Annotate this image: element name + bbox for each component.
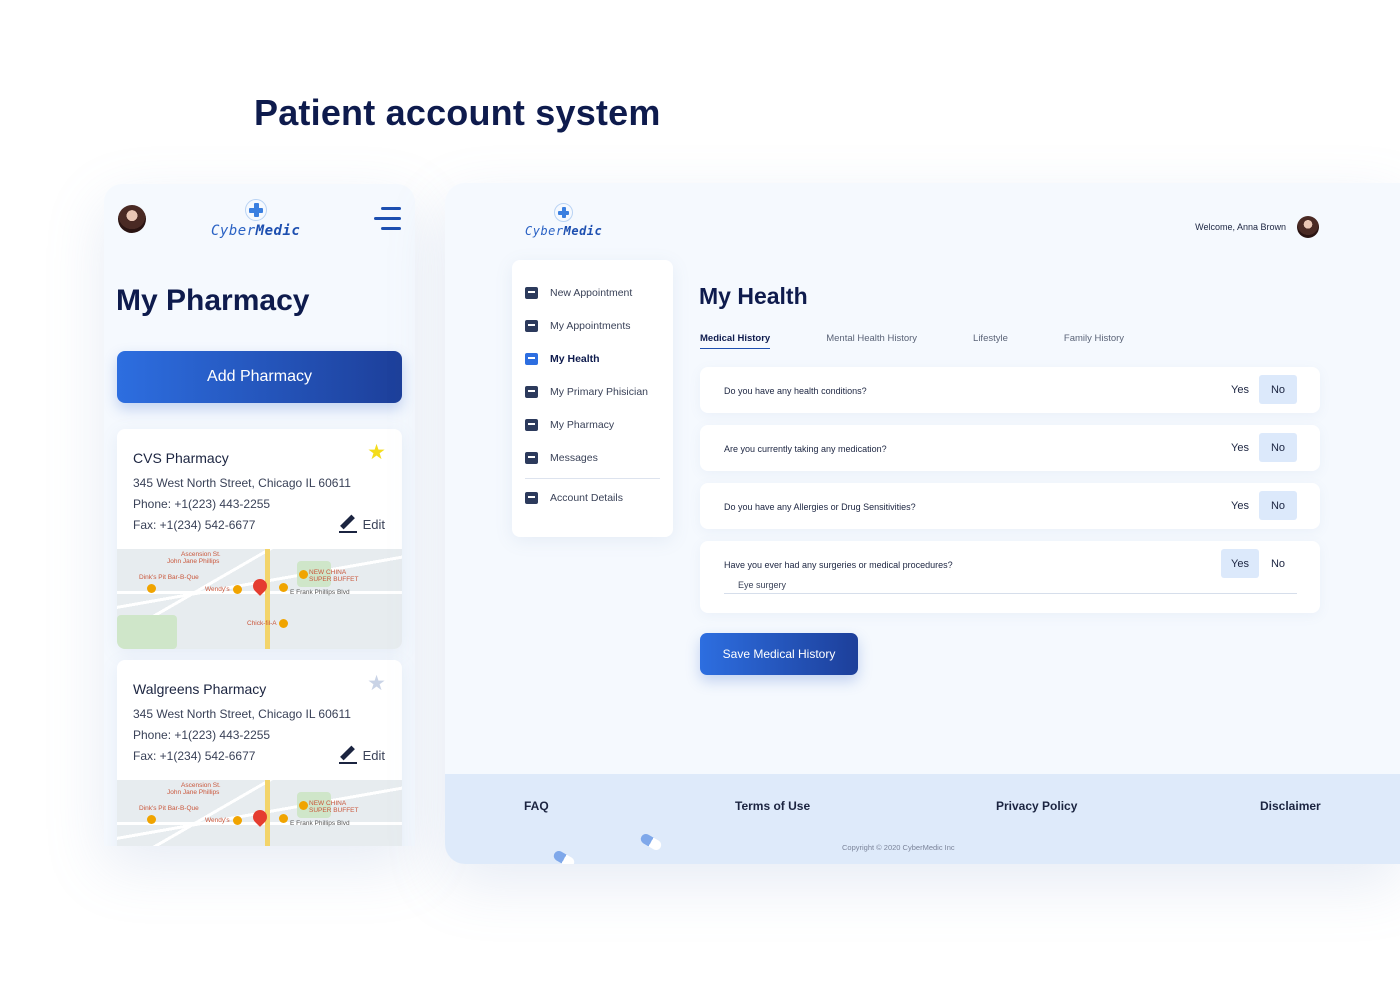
mobile-pharmacy-screen: CyberMedic My Pharmacy Add Pharmacy CVS … <box>104 184 415 846</box>
message-icon <box>525 452 538 464</box>
yes-no-toggle: Yes No <box>1221 433 1297 462</box>
footer-link-terms[interactable]: Terms of Use <box>735 799 810 813</box>
footer: FAQ Terms of Use Privacy Policy Disclaim… <box>445 774 1400 864</box>
yes-no-toggle: Yes No <box>1221 375 1297 404</box>
medical-cross-icon <box>244 199 267 221</box>
tab-mental-health-history[interactable]: Mental Health History <box>826 333 917 349</box>
pharmacy-card: Walgreens Pharmacy ★ 345 West North Stre… <box>117 660 402 846</box>
avatar[interactable] <box>1297 216 1319 238</box>
no-option[interactable]: No <box>1259 433 1297 462</box>
medical-cross-icon <box>554 203 574 222</box>
no-option[interactable]: No <box>1259 549 1297 578</box>
pharmacy-fax: Fax: +1(234) 542-6677 <box>133 749 256 763</box>
pencil-icon <box>338 515 357 533</box>
health-tabs: Medical History Mental Health History Li… <box>700 333 1180 349</box>
question-card: Are you currently taking any medication?… <box>700 425 1320 471</box>
welcome-text: Welcome, Anna Brown <box>1195 222 1286 232</box>
pharmacy-name: Walgreens Pharmacy <box>133 681 267 697</box>
sidebar-item-my-appointments[interactable]: My Appointments <box>525 320 631 332</box>
pharmacy-phone: Phone: +1(223) 443-2255 <box>133 728 271 742</box>
pill-icon <box>551 849 577 864</box>
doctor-icon <box>525 386 538 398</box>
account-icon <box>525 492 538 504</box>
save-medical-history-button[interactable]: Save Medical History <box>700 633 858 675</box>
edit-button[interactable]: Edit <box>338 515 385 533</box>
cybermedic-logo[interactable]: CyberMedic <box>525 203 602 238</box>
favorite-star-icon[interactable]: ★ <box>367 671 386 696</box>
tab-lifestyle[interactable]: Lifestyle <box>973 333 1008 349</box>
yes-no-toggle: Yes No <box>1221 549 1297 578</box>
question-card: Do you have any Allergies or Drug Sensit… <box>700 483 1320 529</box>
yes-option[interactable]: Yes <box>1221 491 1259 520</box>
avatar[interactable] <box>118 205 146 233</box>
map-pin-icon <box>250 576 270 596</box>
page-title: Patient account system <box>254 92 661 133</box>
yes-option[interactable]: Yes <box>1221 433 1259 462</box>
pharmacy-fax: Fax: +1(234) 542-6677 <box>133 518 256 532</box>
tab-medical-history[interactable]: Medical History <box>700 333 771 349</box>
pharmacy-address: 345 West North Street, Chicago IL 60611 <box>133 707 351 721</box>
menu-icon[interactable] <box>374 205 402 233</box>
footer-link-faq[interactable]: FAQ <box>524 799 549 813</box>
health-icon <box>525 353 538 365</box>
pharmacy-map[interactable]: Ascension St. John Jane Phillips NEW CHI… <box>117 780 402 846</box>
surgery-detail-field[interactable]: Eye surgery <box>738 580 786 590</box>
footer-link-privacy[interactable]: Privacy Policy <box>996 799 1077 813</box>
desktop-health-screen: CyberMedic Welcome, Anna Brown New Appoi… <box>445 183 1400 864</box>
health-title: My Health <box>699 283 808 309</box>
pharmacy-map[interactable]: Ascension St. John Jane Phillips NEW CHI… <box>117 549 402 649</box>
favorite-star-icon[interactable]: ★ <box>367 440 386 465</box>
question-card: Do you have any health conditions? Yes N… <box>700 367 1320 413</box>
sidebar-item-messages[interactable]: Messages <box>525 452 598 464</box>
sidebar-item-account-details[interactable]: Account Details <box>525 492 623 504</box>
sidebar-item-my-health[interactable]: My Health <box>525 353 600 365</box>
pharmacy-phone: Phone: +1(223) 443-2255 <box>133 497 271 511</box>
pharmacy-card: CVS Pharmacy ★ 345 West North Street, Ch… <box>117 429 402 649</box>
sidebar-divider <box>525 478 660 479</box>
edit-button[interactable]: Edit <box>338 746 385 764</box>
copyright-text: Copyright © 2020 CyberMedic Inc <box>842 843 955 852</box>
tab-family-history[interactable]: Family History <box>1064 333 1124 349</box>
yes-option[interactable]: Yes <box>1221 549 1259 578</box>
no-option[interactable]: No <box>1259 491 1297 520</box>
sidebar: New Appointment My Appointments My Healt… <box>512 260 673 537</box>
add-pharmacy-button[interactable]: Add Pharmacy <box>117 351 402 403</box>
map-pin-icon <box>250 807 270 827</box>
pill-icon <box>638 832 664 852</box>
calendar-list-icon <box>525 320 538 332</box>
yes-option[interactable]: Yes <box>1221 375 1259 404</box>
no-option[interactable]: No <box>1259 375 1297 404</box>
question-card: Have you ever had any surgeries or medic… <box>700 541 1320 613</box>
cybermedic-logo[interactable]: CyberMedic <box>211 199 300 239</box>
pencil-icon <box>338 746 357 764</box>
sidebar-item-primary-physician[interactable]: My Primary Phisician <box>525 386 648 398</box>
pharmacy-name: CVS Pharmacy <box>133 450 229 466</box>
sidebar-item-my-pharmacy[interactable]: My Pharmacy <box>525 419 614 431</box>
calendar-icon <box>525 287 538 299</box>
yes-no-toggle: Yes No <box>1221 491 1297 520</box>
sidebar-item-new-appointment[interactable]: New Appointment <box>525 287 632 299</box>
footer-link-disclaimer[interactable]: Disclaimer <box>1260 799 1321 813</box>
mobile-page-title: My Pharmacy <box>116 284 310 317</box>
pharmacy-address: 345 West North Street, Chicago IL 60611 <box>133 476 351 490</box>
pharmacy-icon <box>525 419 538 431</box>
field-underline <box>724 593 1297 594</box>
